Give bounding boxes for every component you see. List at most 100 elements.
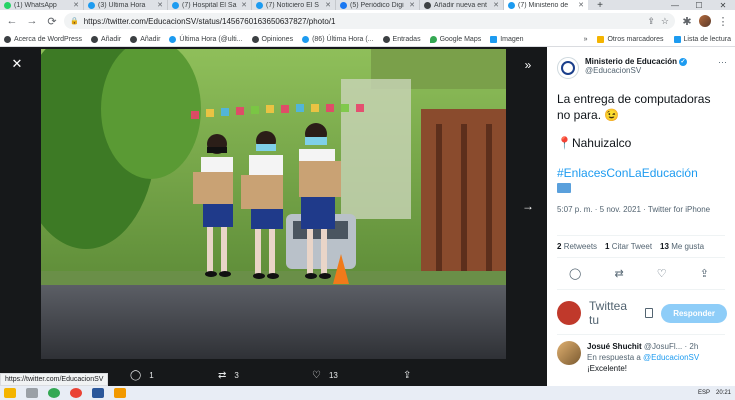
bookmark-item[interactable]: (86) Última Hora (... <box>302 35 374 43</box>
bookmark-item[interactable]: Añadir <box>130 35 160 43</box>
bookmark-label: Otros marcadores <box>607 35 664 43</box>
bookmark-item[interactable]: Imagen <box>490 35 524 43</box>
like-action[interactable]: ♡ 13 <box>312 370 338 381</box>
browser-tab[interactable]: (7) Noticiero El S ✕ <box>252 0 336 10</box>
reply-tweet[interactable]: Josué Shuchit @JosuFl... · 2h En respues… <box>557 341 727 374</box>
share-icon[interactable]: ⇪ <box>647 16 655 27</box>
file-explorer-icon[interactable] <box>4 388 16 398</box>
close-tab-icon[interactable]: ✕ <box>73 1 79 9</box>
browser-tab[interactable]: (1) WhatsApp ✕ <box>0 0 84 10</box>
tab-label: (3) Última Hora <box>98 1 146 9</box>
close-tab-icon[interactable]: ✕ <box>578 1 584 9</box>
reading-list-button[interactable]: Lista de lectura <box>673 35 731 43</box>
tweet-actions: ◯ ⇄ ♡ ⇪ <box>569 267 709 280</box>
twitter-icon <box>172 1 179 9</box>
language-indicator[interactable]: ESP <box>698 390 710 396</box>
retweets-label: Retweets <box>563 242 598 251</box>
hashtag-link[interactable]: #EnlacesConLaEducación <box>557 166 698 180</box>
browser-tab[interactable]: (5) Periódico Digi ✕ <box>336 0 420 10</box>
next-photo-icon[interactable]: → <box>519 197 537 215</box>
facebook-icon <box>340 1 347 9</box>
back-button[interactable]: ← <box>4 13 20 29</box>
more-options-icon[interactable]: ··· <box>718 57 727 79</box>
reply-button[interactable]: Responder <box>661 303 727 323</box>
photos-icon[interactable] <box>114 388 126 398</box>
retweets-stat[interactable]: 2 Retweets <box>557 242 597 251</box>
close-window-button[interactable]: ✕ <box>711 0 735 10</box>
bookmark-item[interactable]: Entradas <box>382 35 421 43</box>
reply-icon: ◯ <box>130 369 142 381</box>
close-tab-icon[interactable]: ✕ <box>409 1 415 9</box>
reload-button[interactable]: ⟳ <box>44 13 60 29</box>
bookmark-item[interactable]: Última Hora (@ulti... <box>169 35 243 43</box>
author-display-name[interactable]: Ministerio de Educación ✓ <box>585 57 712 66</box>
more-bookmarks-button[interactable]: » <box>584 36 588 43</box>
quotes-stat[interactable]: 1 Citar Tweet <box>605 242 652 251</box>
browser-tab[interactable]: (3) Última Hora ✕ <box>84 0 168 10</box>
share-action[interactable]: ⇪ <box>403 370 411 381</box>
edge-icon[interactable] <box>48 388 60 398</box>
close-icon[interactable]: ✕ <box>10 57 24 71</box>
in-reply-prefix: En respuesta a <box>587 353 641 362</box>
profile-avatar[interactable] <box>699 15 711 27</box>
forward-button[interactable]: → <box>24 13 40 29</box>
user-avatar[interactable] <box>557 301 581 325</box>
address-bar[interactable]: 🔒 https://twitter.com/EducacionSV/status… <box>64 13 675 29</box>
likes-stat[interactable]: 13 Me gusta <box>660 242 704 251</box>
commenter-handle[interactable]: @JosuFl... <box>644 342 682 351</box>
reply-action[interactable]: ◯ 1 <box>130 370 154 381</box>
window-controls: — ☐ ✕ <box>663 0 735 10</box>
other-bookmarks-folder[interactable]: Otros marcadores <box>597 35 664 43</box>
chrome-icon[interactable] <box>70 388 82 398</box>
comment-time[interactable]: · 2h <box>685 342 699 351</box>
browser-toolbar: ← → ⟳ 🔒 https://twitter.com/EducacionSV/… <box>0 10 735 32</box>
heart-icon[interactable]: ♡ <box>657 267 667 280</box>
close-tab-icon[interactable]: ✕ <box>493 1 499 9</box>
browser-tab[interactable]: Añadir nueva ent ✕ <box>420 0 504 10</box>
new-tab-button[interactable]: + <box>588 0 612 10</box>
collapse-sidebar-icon[interactable]: » <box>520 57 536 73</box>
divider <box>557 257 725 258</box>
tweet-photo[interactable] <box>41 49 506 359</box>
maximize-button[interactable]: ☐ <box>687 0 711 10</box>
reply-input[interactable]: Twittea tu <box>589 299 637 327</box>
retweet-icon[interactable]: ⇄ <box>614 267 623 280</box>
extensions-icon[interactable]: ✱ <box>679 13 695 29</box>
retweet-action[interactable]: ⇄ 3 <box>218 370 239 381</box>
media-icon[interactable] <box>645 308 654 318</box>
twitter-icon <box>88 1 95 9</box>
share-icon[interactable]: ⇪ <box>700 267 709 280</box>
bookmark-item[interactable]: Añadir <box>90 35 121 43</box>
url-text[interactable]: https://twitter.com/EducacionSV/status/1… <box>84 17 336 26</box>
likes-count: 13 <box>660 242 669 251</box>
menu-icon[interactable]: ⋮ <box>715 13 731 29</box>
star-icon[interactable]: ☆ <box>661 16 669 27</box>
commenter-name[interactable]: Josué Shuchit <box>587 342 642 351</box>
author-handle[interactable]: @EducacionSV <box>585 66 712 75</box>
close-tab-icon[interactable]: ✕ <box>325 1 331 9</box>
in-reply-to-link[interactable]: @EducacionSV <box>643 353 699 362</box>
bookmark-label: Imagen <box>500 35 524 43</box>
commenter-avatar[interactable] <box>557 341 581 365</box>
close-tab-icon[interactable]: ✕ <box>241 1 247 9</box>
bookmark-item[interactable]: Acerca de WordPress <box>4 35 82 43</box>
wordpress-icon <box>90 35 98 43</box>
author-avatar[interactable] <box>557 57 579 79</box>
bookmark-item[interactable]: Google Maps <box>429 35 481 43</box>
tab-label: Añadir nueva ent <box>434 1 487 9</box>
folder-icon <box>597 35 605 43</box>
minimize-button[interactable]: — <box>663 0 687 10</box>
clock[interactable]: 20:21 <box>716 390 731 396</box>
bookmark-item[interactable]: Opiniones <box>251 35 293 43</box>
close-tab-icon[interactable]: ✕ <box>157 1 163 9</box>
bookmark-label: Acerca de WordPress <box>14 35 82 43</box>
reply-icon[interactable]: ◯ <box>569 267 581 280</box>
lock-icon[interactable]: 🔒 <box>70 17 79 25</box>
browser-tab-active[interactable]: (7) Ministerio de ✕ <box>504 0 588 10</box>
quotes-label: Citar Tweet <box>611 242 653 251</box>
tweet-meta[interactable]: 5:07 p. m. · 5 nov. 2021 · Twitter for i… <box>557 204 727 216</box>
word-icon[interactable] <box>92 388 104 398</box>
system-tray: ESP 20:21 <box>698 390 731 396</box>
app-icon[interactable] <box>26 388 38 398</box>
browser-tab[interactable]: (7) Hospital El Sa ✕ <box>168 0 252 10</box>
